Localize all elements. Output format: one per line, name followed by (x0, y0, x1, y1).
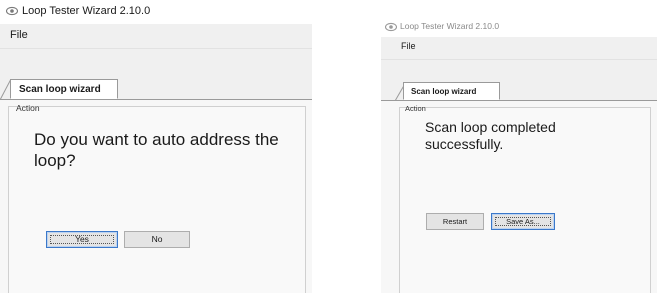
tab-scan-loop-wizard[interactable]: Scan loop wizard (10, 79, 118, 99)
client-area: Scan loop wizard Action Scan loop comple… (381, 60, 657, 293)
window-title: Loop Tester Wizard 2.10.0 (22, 5, 151, 17)
action-group-label: Action (16, 103, 40, 113)
tab-panel: Action Scan loop completed successfully.… (381, 101, 657, 293)
tab-label: Scan loop wizard (19, 84, 101, 95)
left-wizard-window: Loop Tester Wizard 2.10.0 File Scan loop… (0, 0, 312, 293)
eye-icon (385, 22, 397, 32)
menu-file[interactable]: File (10, 29, 28, 41)
no-button-label: No (151, 234, 163, 244)
window-title: Loop Tester Wizard 2.10.0 (400, 21, 500, 31)
client-area: Scan loop wizard Action Do you want to a… (0, 49, 312, 293)
tab-strip: Scan loop wizard (381, 80, 657, 101)
status-message: Scan loop completed successfully. (425, 119, 556, 153)
action-group-label: Action (405, 104, 426, 113)
tab-scan-loop-wizard[interactable]: Scan loop wizard (403, 82, 500, 100)
focus-rectangle (50, 235, 114, 244)
tab-strip: Scan loop wizard (0, 77, 312, 100)
right-wizard-window: Loop Tester Wizard 2.10.0 File Scan loop… (381, 17, 657, 293)
restart-button-label: Restart (442, 217, 468, 226)
focus-rectangle (495, 217, 551, 226)
tab-panel: Action Do you want to auto address the l… (0, 100, 312, 293)
eye-icon (6, 6, 18, 16)
menu-bar: File (0, 24, 312, 49)
menu-bar: File (381, 37, 657, 60)
no-button[interactable]: No (124, 231, 190, 248)
title-bar: Loop Tester Wizard 2.10.0 (381, 17, 657, 37)
prompt-message: Do you want to auto address the loop? (34, 130, 279, 170)
menu-file[interactable]: File (401, 41, 416, 51)
restart-button[interactable]: Restart (426, 213, 484, 230)
save-as-button[interactable]: Save As... (491, 213, 555, 230)
title-bar: Loop Tester Wizard 2.10.0 (0, 0, 312, 24)
yes-button[interactable]: Yes (46, 231, 118, 248)
tab-label: Scan loop wizard (411, 87, 477, 96)
